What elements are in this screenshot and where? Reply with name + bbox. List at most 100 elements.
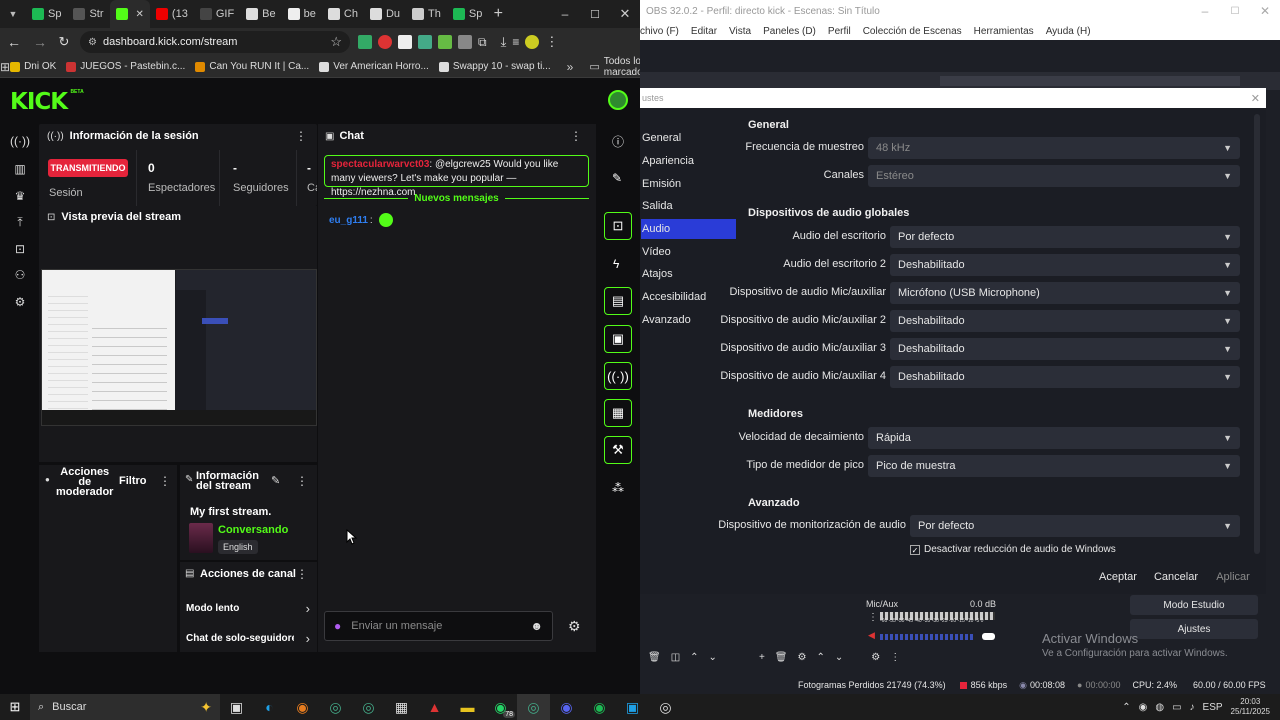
- layout-tool-button[interactable]: ▦: [604, 399, 632, 427]
- maximize-icon[interactable]: ☐: [580, 8, 610, 21]
- settings-nav-audio[interactable]: Audio: [641, 219, 736, 239]
- whatsapp-icon[interactable]: ◉ 78: [484, 694, 517, 720]
- profile-avatar[interactable]: [525, 35, 540, 49]
- windows-start-icon[interactable]: ⊞: [0, 694, 30, 720]
- bookmark-item[interactable]: JUEGOS - Pastebin.c...: [66, 61, 185, 72]
- copilot-icon[interactable]: ◉: [286, 694, 319, 720]
- desktop-audio-dropdown[interactable]: Por defecto ▼: [890, 226, 1240, 248]
- browser-tab[interactable]: Du: [364, 0, 406, 28]
- settings-nav-accesibilidad[interactable]: Accesibilidad: [641, 287, 736, 307]
- acrobat-icon[interactable]: ▲: [418, 694, 451, 720]
- move-down-icon[interactable]: ⌄: [835, 652, 843, 663]
- peak-meter-dropdown[interactable]: Pico de muestra ▼: [868, 455, 1240, 477]
- discord-icon[interactable]: ◉: [550, 694, 583, 720]
- browser-tab[interactable]: Sp: [26, 0, 67, 28]
- mixer-options-icon[interactable]: ⋮: [890, 652, 900, 663]
- browser-tab[interactable]: ✕: [109, 0, 150, 28]
- obs-menu-item[interactable]: Colección de Escenas: [863, 26, 962, 37]
- settings-nav-salida[interactable]: Salida: [641, 196, 736, 216]
- store-icon[interactable]: ▦: [385, 694, 418, 720]
- settings-nav-apariencia[interactable]: Apariencia: [641, 151, 736, 171]
- network-icon[interactable]: ▭: [1172, 702, 1181, 713]
- edit-stream-info-icon[interactable]: ✎: [271, 474, 280, 487]
- up-icon[interactable]: ⌃: [690, 652, 698, 663]
- obs-menu-item[interactable]: Paneles (D): [763, 26, 816, 37]
- bookmark-star-icon[interactable]: ☆: [330, 34, 342, 50]
- extension-icon[interactable]: [398, 35, 412, 49]
- task-view-icon[interactable]: ▣: [220, 694, 253, 720]
- minimize-icon[interactable]: –: [550, 7, 580, 21]
- filter-icon[interactable]: ◫: [671, 652, 680, 663]
- obs-menu-item[interactable]: Ayuda (H): [1046, 26, 1091, 37]
- studio-mode-button[interactable]: Modo Estudio: [1130, 595, 1258, 615]
- bookmark-item[interactable]: Swappy 10 - swap ti...: [438, 61, 551, 72]
- broadcast-tool-button[interactable]: ((·)): [604, 362, 632, 390]
- advanced-audio-icon[interactable]: ⚙: [871, 652, 880, 663]
- desktop-audio-2-dropdown[interactable]: Deshabilitado ▼: [890, 254, 1240, 276]
- extension-icon[interactable]: [358, 35, 372, 49]
- explorer-icon[interactable]: ▬: [451, 694, 484, 720]
- bookmark-item[interactable]: Ver American Horro...: [319, 61, 429, 72]
- obs-close-icon[interactable]: ✕: [1250, 4, 1280, 18]
- mixer-volume-slider[interactable]: [982, 633, 995, 640]
- settings-nav-general[interactable]: General: [641, 128, 736, 148]
- settings-nav-atajos[interactable]: Atajos: [641, 264, 736, 284]
- notes-tool-button[interactable]: ▤: [604, 287, 632, 315]
- chat-menu-icon[interactable]: ⋮: [570, 129, 582, 143]
- language-indicator[interactable]: ESP: [1203, 702, 1223, 713]
- mic-aux-2-dropdown[interactable]: Deshabilitado ▼: [890, 310, 1240, 332]
- settings-scrollbar[interactable]: [1254, 114, 1260, 554]
- media-icon[interactable]: ≡: [512, 35, 519, 49]
- close-window-icon[interactable]: ✕: [610, 6, 640, 22]
- target-tool-button[interactable]: ⊡: [604, 212, 632, 240]
- volume-icon[interactable]: ♪: [1190, 702, 1195, 713]
- close-tab-icon[interactable]: ✕: [136, 9, 144, 20]
- target-icon[interactable]: ⊡: [13, 242, 27, 256]
- apply-button[interactable]: Aplicar: [1188, 566, 1278, 588]
- obs-menu-item[interactable]: Vista: [729, 26, 751, 37]
- stream-icon[interactable]: ((·)): [10, 134, 30, 148]
- apps-icon[interactable]: ⁂: [612, 481, 624, 495]
- emoji-icon[interactable]: ☻: [530, 619, 543, 633]
- site-info-icon[interactable]: ⚙: [88, 37, 97, 48]
- extensions-puzzle-icon[interactable]: ⧉: [478, 35, 487, 50]
- apps-grid-icon[interactable]: ⊞: [0, 60, 10, 74]
- properties-icon[interactable]: ⚙: [797, 652, 806, 663]
- decay-rate-dropdown[interactable]: Rápida ▼: [868, 427, 1240, 449]
- move-up-icon[interactable]: ⌃: [816, 652, 824, 663]
- tray-app-icon[interactable]: ◉: [1139, 702, 1148, 713]
- clock[interactable]: 20:03 25/11/2025: [1231, 697, 1270, 717]
- followers-chat-row[interactable]: Chat de solo-seguidores ›: [186, 631, 310, 646]
- mic-aux-dropdown[interactable]: Micrófono (USB Microphone) ▼: [890, 282, 1240, 304]
- remove-source-icon[interactable]: 🗑: [775, 652, 788, 663]
- browser-tab[interactable]: GIF: [194, 0, 240, 28]
- tray-chevron-icon[interactable]: ⌃: [1122, 702, 1130, 713]
- obs-menu-item[interactable]: chivo (F): [640, 26, 679, 37]
- obs-icon[interactable]: ◎: [649, 694, 682, 720]
- reload-icon[interactable]: ↻: [52, 34, 76, 50]
- users-icon[interactable]: ⚇: [13, 268, 27, 282]
- browser-tab[interactable]: be: [282, 0, 322, 28]
- mic-icon[interactable]: ●: [334, 619, 341, 633]
- extension-icon[interactable]: [418, 35, 432, 49]
- slow-mode-row[interactable]: Modo lento ›: [186, 601, 310, 616]
- chat-username[interactable]: eu_g111: [329, 215, 368, 226]
- bookmark-item[interactable]: Dni OK: [10, 61, 56, 72]
- chat-input[interactable]: ● Enviar un mensaje ☻: [324, 611, 553, 641]
- mod-menu-icon[interactable]: ⋮: [159, 474, 171, 488]
- browser-tab[interactable]: (13: [150, 0, 194, 28]
- chrome-active-icon[interactable]: ◎: [517, 694, 550, 720]
- extension-icon[interactable]: [438, 35, 452, 49]
- pencil-icon[interactable]: ✎: [612, 171, 622, 185]
- remove-icon[interactable]: 🗑: [648, 652, 661, 663]
- extension-icon[interactable]: [458, 35, 472, 49]
- info-icon[interactable]: ⓘ: [612, 133, 624, 150]
- channel-actions-menu-icon[interactable]: ⋮: [296, 567, 308, 581]
- ducking-checkbox-row[interactable]: ✓ Desactivar reducción de audio de Windo…: [910, 544, 1116, 555]
- session-menu-icon[interactable]: ⋮: [295, 129, 307, 143]
- monitoring-device-dropdown[interactable]: Por defecto ▼: [910, 515, 1240, 537]
- tab-search-icon[interactable]: ▼: [0, 0, 26, 28]
- tray-app-icon[interactable]: ◍: [1155, 702, 1164, 713]
- obs-menu-item[interactable]: Herramientas: [974, 26, 1034, 37]
- settings-gear-icon[interactable]: ⚙: [13, 295, 27, 309]
